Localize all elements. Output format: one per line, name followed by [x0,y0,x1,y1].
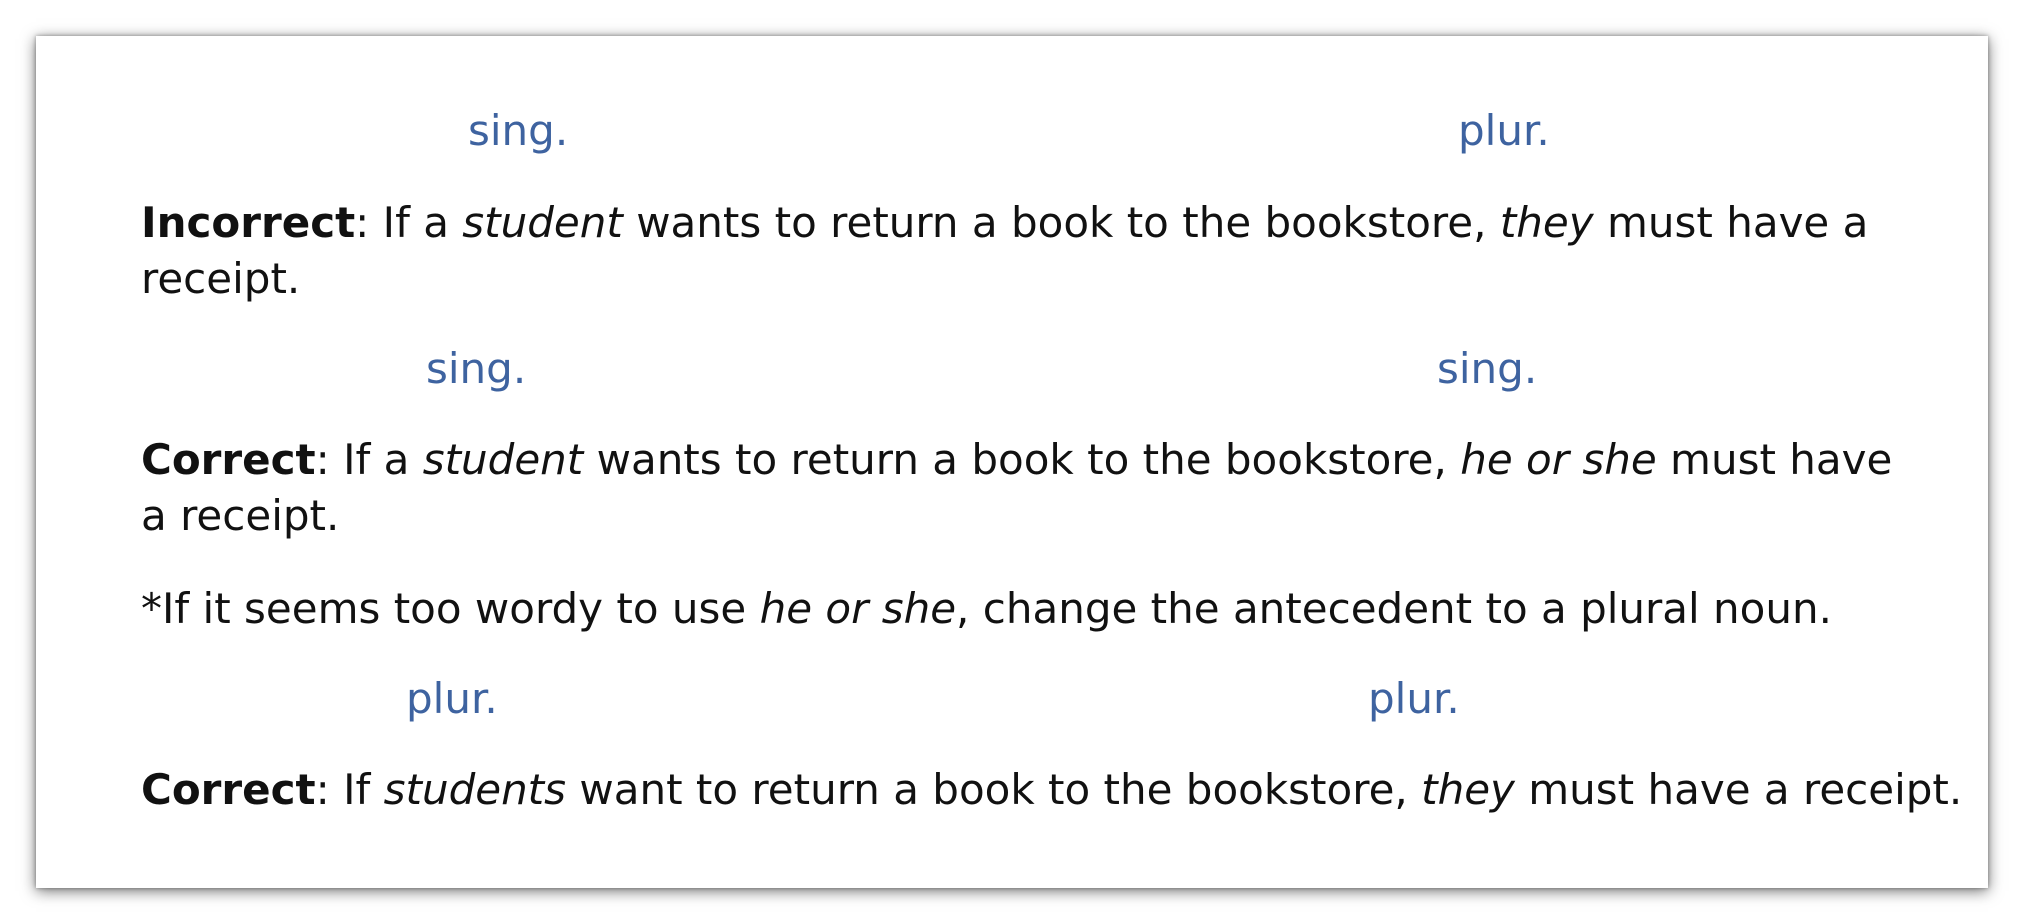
pronoun: he or she [1460,435,1657,484]
antecedent: students [383,765,567,814]
example-correct-sentence-2: Correct: If students want to return a bo… [141,765,1963,814]
example-incorrect-sentence: Incorrect: If a student wants to return … [141,198,1869,303]
verdict-incorrect: Incorrect [141,198,356,247]
annotation-ex1-pronoun: plur. [1458,106,1550,155]
annotation-ex2-pronoun: sing. [1437,344,1538,393]
note-sentence: *If it seems too wordy to use he or she,… [141,584,1832,633]
pronoun: they [1499,198,1594,247]
annotation-ex3-antecedent: plur. [406,674,498,723]
annotation-ex2-antecedent: sing. [426,344,527,393]
antecedent: student [462,198,623,247]
example-card: sing. plur. Incorrect: If a student want… [36,36,1988,888]
pronoun: they [1421,765,1515,814]
note-emphasis: he or she [759,584,957,633]
verdict-correct: Correct [141,435,316,484]
annotation-ex3-pronoun: plur. [1368,674,1460,723]
example-correct-sentence-1: Correct: If a student wants to return a … [141,435,1893,540]
annotation-ex1-antecedent: sing. [468,106,569,155]
antecedent: student [422,435,584,484]
verdict-correct: Correct [141,765,316,814]
